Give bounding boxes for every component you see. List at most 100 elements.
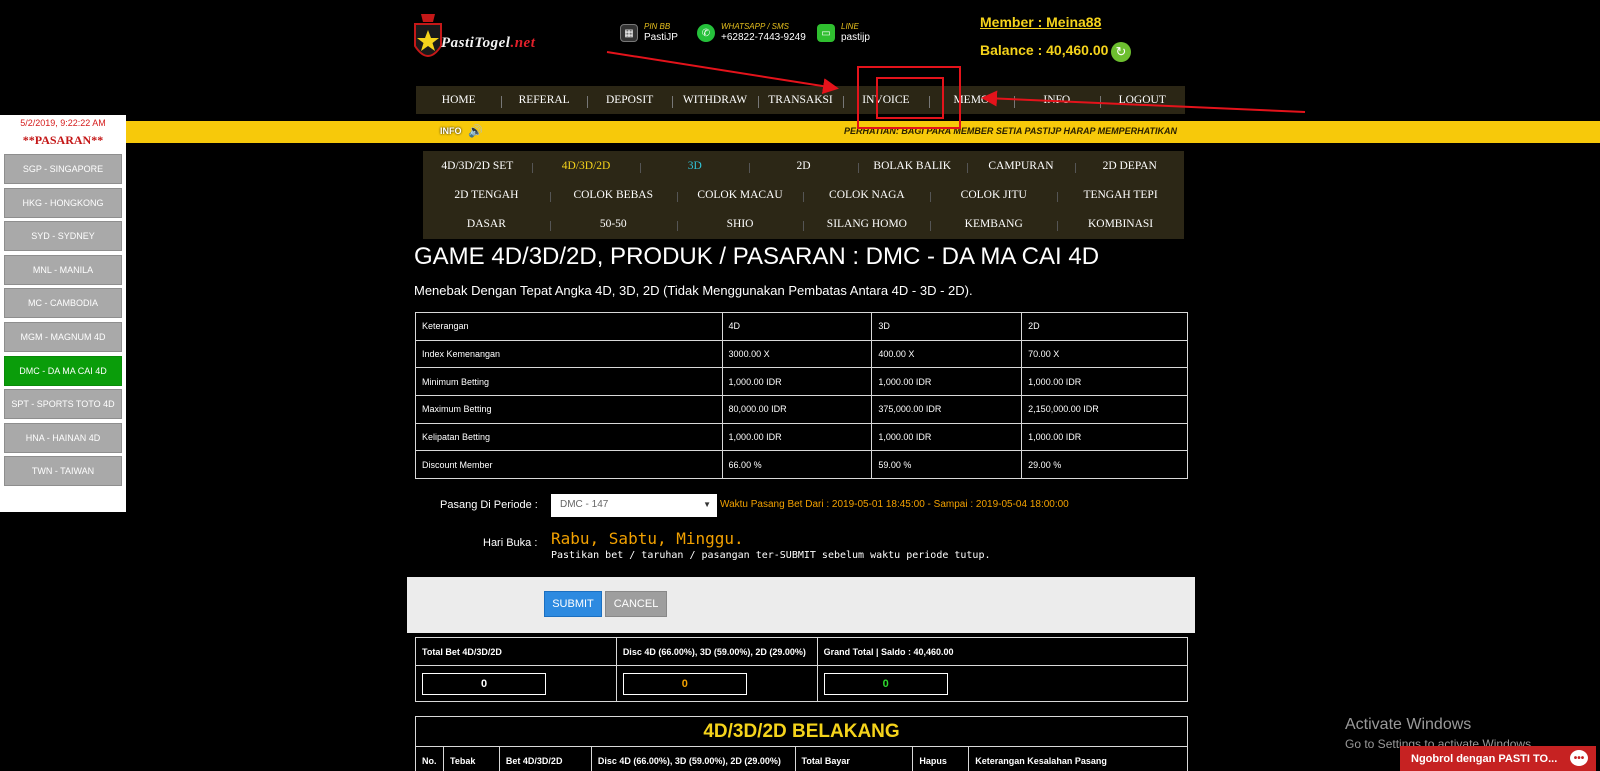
contact-whatsapp: ✆ WHATSAPP / SMS +62822-7443-9249 bbox=[697, 22, 806, 44]
periode-select[interactable]: DMC - 147 ▼ bbox=[551, 494, 717, 517]
table-cell: Kelipatan Betting bbox=[415, 422, 723, 452]
game-description: Menebak Dengan Tepat Angka 4D, 3D, 2D (T… bbox=[414, 283, 973, 298]
table-cell: 70.00 X bbox=[1021, 339, 1188, 369]
tab-50-50[interactable]: 50-50 bbox=[549, 218, 677, 232]
tab-silang-homo[interactable]: SILANG HOMO bbox=[803, 218, 930, 232]
form-button-bar bbox=[407, 577, 1195, 633]
sidebar-item-hna[interactable]: HNA - HAINAN 4D bbox=[4, 422, 122, 453]
tab-colok-bebas[interactable]: COLOK BEBAS bbox=[549, 189, 677, 202]
belakang-table: 4D/3D/2D BELAKANG No. Tebak Bet 4D/3D/2D… bbox=[415, 716, 1188, 771]
grand-total-cell: 0 bbox=[816, 665, 1189, 702]
tab-4d3d2d-set[interactable]: 4D/3D/2D SET bbox=[423, 160, 532, 172]
tab-4d3d2d[interactable]: 4D/3D/2D bbox=[531, 160, 641, 173]
table-row: Maximum Betting 80,000.00 IDR 375,000.00… bbox=[415, 395, 1188, 424]
tab-shio[interactable]: SHIO bbox=[676, 218, 804, 232]
sidebar-item-dmc[interactable]: DMC - DA MA CAI 4D bbox=[4, 355, 122, 386]
nav-home[interactable]: HOME bbox=[416, 94, 501, 106]
tab-tengah-tepi[interactable]: TENGAH TEPI bbox=[1057, 189, 1184, 202]
table-header-row: Keterangan 4D 3D 2D bbox=[415, 312, 1188, 341]
periode-select-value: DMC - 147 bbox=[560, 499, 609, 510]
table-row: Minimum Betting 1,000.00 IDR 1,000.00 ID… bbox=[415, 367, 1188, 397]
table-header-row: Total Bet 4D/3D/2D Disc 4D (66.00%), 3D … bbox=[415, 637, 1189, 666]
sidebar-item-syd[interactable]: SYD - SYDNEY bbox=[4, 221, 122, 252]
game-info-table: Keterangan 4D 3D 2D Index Kemenangan 300… bbox=[415, 312, 1188, 480]
table-cell: 375,000.00 IDR bbox=[871, 395, 1023, 424]
table-header-cell: Total Bayar bbox=[794, 746, 914, 771]
sidebar-item-hkg[interactable]: HKG - HONGKONG bbox=[4, 187, 122, 218]
table-cell: 1,000.00 IDR bbox=[721, 422, 873, 452]
sidebar-item-mnl[interactable]: MNL - MANILA bbox=[4, 254, 122, 285]
discount-cell: 0 bbox=[615, 665, 818, 702]
table-cell: 1,000.00 IDR bbox=[1021, 422, 1188, 452]
tab-colok-jitu[interactable]: COLOK JITU bbox=[930, 189, 1057, 202]
tab-3d[interactable]: 3D bbox=[640, 160, 749, 173]
page-title: GAME 4D/3D/2D, PRODUK / PASARAN : DMC - … bbox=[414, 243, 1100, 270]
tab-campuran[interactable]: CAMPURAN bbox=[966, 160, 1076, 173]
sidebar-item-mc[interactable]: MC - CAMBODIA bbox=[4, 288, 122, 319]
contact-line: ▭ LINE pastijp bbox=[817, 22, 870, 44]
contact-bbm: ▦ PIN BB PastiJP bbox=[620, 22, 678, 44]
nav-referal[interactable]: REFERAL bbox=[501, 94, 586, 108]
tab-bolak-balik[interactable]: BOLAK BALIK bbox=[857, 160, 967, 173]
sidebar-item-twn[interactable]: TWN - TAIWAN bbox=[4, 456, 122, 487]
belakang-title: 4D/3D/2D BELAKANG bbox=[415, 716, 1188, 747]
pasaran-sidebar: 5/2/2019, 9:22:22 AM **PASARAN** SGP - S… bbox=[0, 115, 126, 512]
tab-colok-macau[interactable]: COLOK MACAU bbox=[676, 189, 804, 202]
table-cell: 3000.00 X bbox=[721, 339, 873, 369]
table-row: 0 0 0 bbox=[415, 665, 1189, 702]
nav-deposit[interactable]: DEPOSIT bbox=[586, 94, 672, 108]
refresh-balance-icon[interactable]: ↻ bbox=[1111, 42, 1131, 62]
speaker-icon: 🔊 bbox=[468, 124, 483, 138]
table-cell: 1,000.00 IDR bbox=[871, 367, 1023, 397]
table-cell: 1,000.00 IDR bbox=[721, 367, 873, 397]
table-header-cell: 2D bbox=[1021, 312, 1188, 341]
logo-shield-icon bbox=[414, 14, 442, 57]
table-cell: Maximum Betting bbox=[415, 395, 723, 424]
table-cell: 29.00 % bbox=[1021, 450, 1188, 480]
tab-kombinasi[interactable]: KOMBINASI bbox=[1057, 218, 1184, 232]
table-cell: 2,150,000.00 IDR bbox=[1021, 395, 1188, 424]
sidebar-item-sgp[interactable]: SGP - SINGAPORE bbox=[4, 154, 122, 184]
table-cell: 66.00 % bbox=[721, 450, 873, 480]
submit-button[interactable]: SUBMIT bbox=[544, 591, 602, 617]
discount-value: 0 bbox=[622, 672, 747, 695]
chat-bubble-icon: ••• bbox=[1570, 750, 1588, 766]
tab-dasar[interactable]: DASAR bbox=[423, 218, 550, 230]
balance-display: Balance : 40,460.00 bbox=[980, 42, 1109, 58]
site-logo[interactable]: PastiTogel.net bbox=[413, 10, 573, 68]
table-cell: 59.00 % bbox=[871, 450, 1023, 480]
nav-info[interactable]: INFO bbox=[1014, 94, 1099, 108]
tab-kembang[interactable]: KEMBANG bbox=[930, 218, 1057, 232]
nav-withdraw[interactable]: WITHDRAW bbox=[672, 94, 757, 108]
live-chat-button[interactable]: Ngobrol dengan PASTI TO... ••• bbox=[1400, 746, 1596, 771]
total-bet-header: Total Bet 4D/3D/2D bbox=[415, 637, 617, 666]
tab-2d-tengah[interactable]: 2D TENGAH bbox=[423, 189, 550, 201]
member-name-link[interactable]: Member : Meina88 bbox=[980, 14, 1101, 30]
tab-2d-depan[interactable]: 2D DEPAN bbox=[1075, 160, 1184, 173]
line-icon: ▭ bbox=[817, 24, 835, 42]
table-cell: Index Kemenangan bbox=[415, 339, 723, 369]
table-header-cell: 3D bbox=[871, 312, 1023, 341]
tab-2d[interactable]: 2D bbox=[749, 160, 858, 173]
cancel-button[interactable]: CANCEL bbox=[605, 591, 667, 617]
table-cell: Discount Member bbox=[415, 450, 723, 480]
annotation-inner-box bbox=[876, 77, 944, 119]
sidebar-item-spt[interactable]: SPT - SPORTS TOTO 4D bbox=[4, 389, 122, 420]
table-header-cell: Disc 4D (66.00%), 3D (59.00%), 2D (29.00… bbox=[590, 746, 796, 771]
tab-colok-naga[interactable]: COLOK NAGA bbox=[803, 189, 930, 202]
table-header-cell: Keterangan Kesalahan Pasang bbox=[968, 746, 1188, 771]
table-header-cell: Keterangan bbox=[415, 312, 723, 341]
table-cell: 1,000.00 IDR bbox=[1021, 367, 1188, 397]
table-header-cell: Hapus bbox=[912, 746, 970, 771]
grand-total-value: 0 bbox=[823, 672, 948, 695]
sidebar-item-mgm[interactable]: MGM - MAGNUM 4D bbox=[4, 321, 122, 352]
chevron-down-icon: ▼ bbox=[703, 500, 711, 509]
table-row: Index Kemenangan 3000.00 X 400.00 X 70.0… bbox=[415, 339, 1188, 369]
nav-transaksi[interactable]: TRANSAKSI bbox=[757, 94, 843, 108]
nav-logout[interactable]: LOGOUT bbox=[1099, 94, 1185, 108]
sidebar-datetime: 5/2/2019, 9:22:22 AM bbox=[20, 118, 106, 128]
total-bet-cell: 0 bbox=[415, 665, 617, 702]
total-bet-value: 0 bbox=[422, 672, 546, 695]
whatsapp-icon: ✆ bbox=[697, 24, 715, 42]
info-label: INFO bbox=[440, 126, 462, 136]
